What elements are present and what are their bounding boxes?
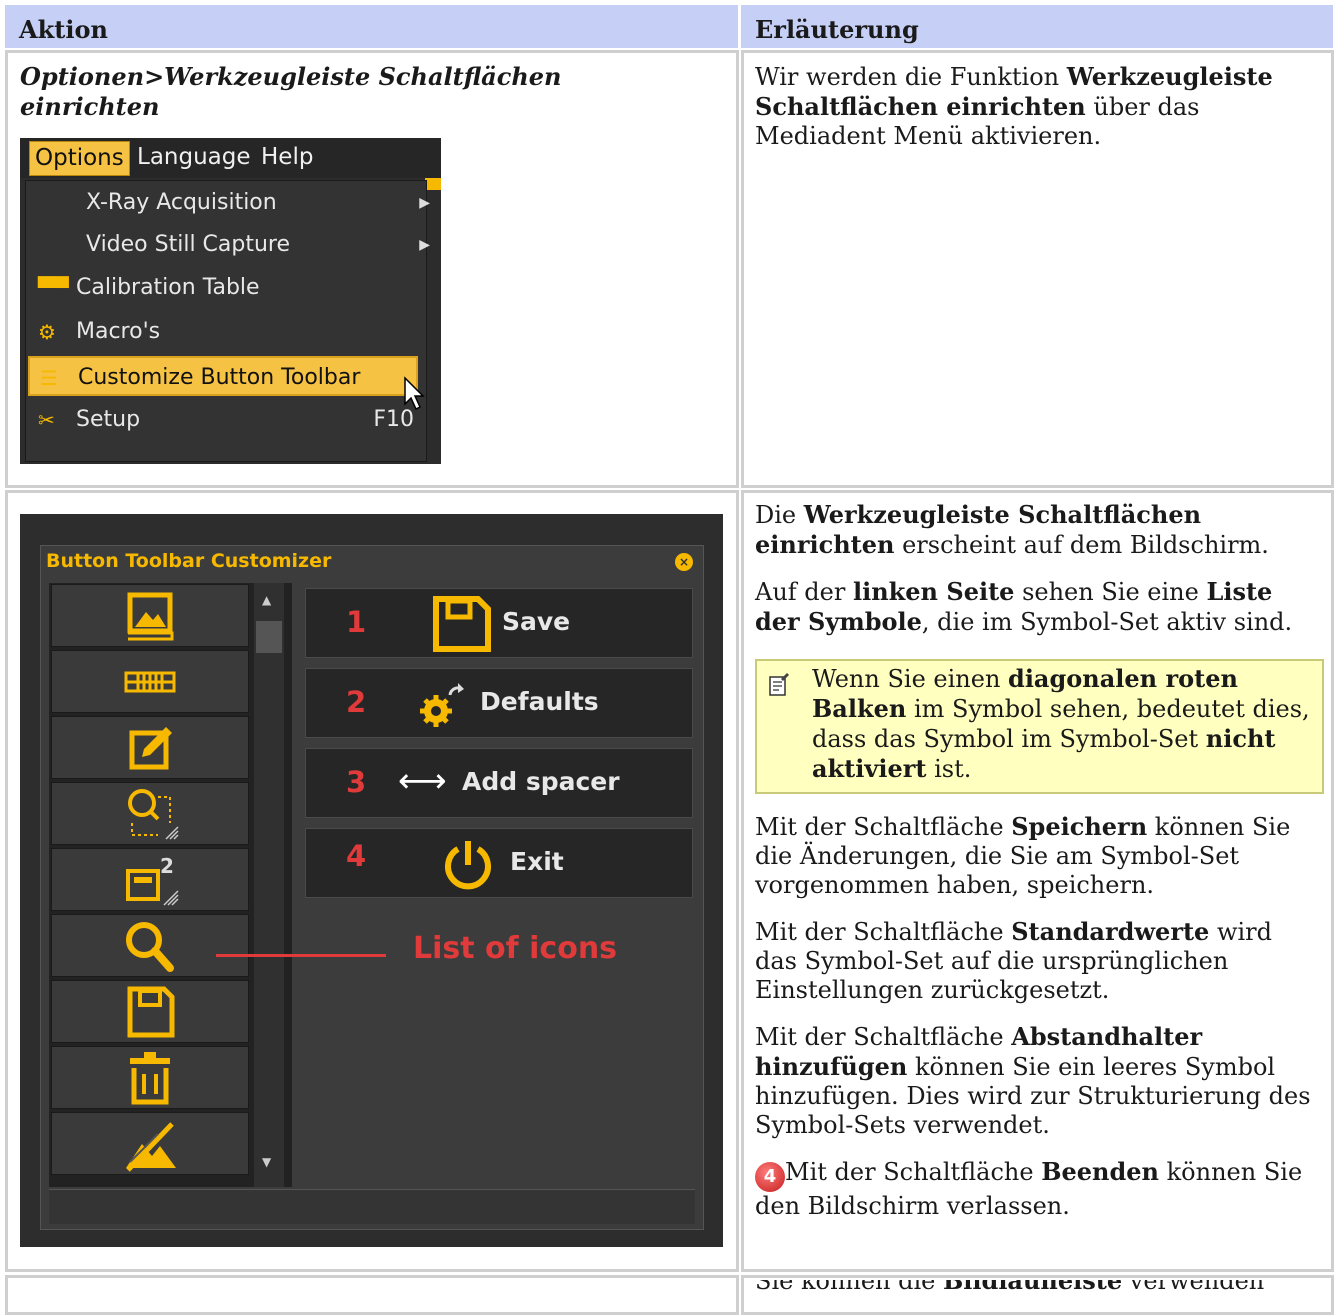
row1-explanation: Wir werden die Funktion Werkzeugleiste S… <box>755 62 1273 150</box>
row2-explanation: Die Werkzeugleiste Schaltflächen einrich… <box>755 500 1293 636</box>
menu-options[interactable]: Options <box>29 141 130 176</box>
note-icon <box>769 673 789 696</box>
zoom-icon <box>126 921 174 972</box>
svg-text:2: 2 <box>160 854 174 878</box>
exit-button[interactable]: 4 Exit <box>305 828 693 898</box>
scroll-thumb[interactable] <box>256 621 282 653</box>
zoom-region-icon <box>128 788 179 840</box>
number-4-badge-icon: 4 <box>755 1162 785 1192</box>
button-toolbar-customizer-screenshot: Button Toolbar Customizer × 2 ▲ ▼ 1 Save… <box>20 514 723 1247</box>
image-stack-icon <box>127 592 174 640</box>
header-erlaeuterung: Erläuterung <box>741 5 1333 48</box>
defaults-button[interactable]: 2 Defaults <box>305 668 693 738</box>
list-of-icons-label: List of icons <box>413 931 618 966</box>
menu-item-video[interactable]: Video Still Capture ▶ <box>28 225 430 265</box>
save-icon <box>433 596 491 652</box>
menu-item-setup[interactable]: ✂ Setup F10 <box>28 400 418 440</box>
note-box: Wenn Sie einen diagonalen roten Balken i… <box>755 659 1324 794</box>
options-menu-screenshot: Options Language Help X-Ray Acquisition ▶… <box>20 138 441 464</box>
list-item[interactable] <box>51 716 249 779</box>
list-item[interactable] <box>51 650 249 713</box>
list-item[interactable] <box>51 1046 249 1109</box>
list-item[interactable]: 2 <box>51 848 249 911</box>
close-icon[interactable]: × <box>675 553 693 571</box>
tools-icon: ✂ <box>38 408 55 432</box>
power-icon <box>445 841 491 890</box>
gear-reset-icon <box>420 683 464 727</box>
trash-icon <box>130 1051 170 1104</box>
row2-explanation-lower: Mit der Schaltfläche Speichern können Si… <box>755 812 1311 1220</box>
list-item[interactable] <box>51 914 249 977</box>
image-disabled-icon <box>126 1121 176 1172</box>
edit-icon <box>129 726 172 769</box>
menu-item-calibration[interactable]: ▀▀ Calibration Table <box>28 268 418 308</box>
annotation-line <box>216 954 386 957</box>
menu-language[interactable]: Language <box>137 141 251 174</box>
icon-list[interactable]: 2 ▲ ▼ <box>49 583 292 1187</box>
ruler-icon: ▀▀ <box>38 276 69 300</box>
menu-item-macros[interactable]: ⚙ Macro's <box>28 312 418 352</box>
save-icon <box>127 986 175 1037</box>
save-button[interactable]: 1 Save <box>305 588 693 658</box>
scroll-down-icon[interactable]: ▼ <box>262 1155 271 1169</box>
macro-icon: ⚙ <box>38 320 56 344</box>
tooth-chart-icon <box>124 671 176 692</box>
menu-item-customize-toolbar[interactable]: ☰ Customize Button Toolbar <box>28 356 418 396</box>
shortcut-f10: F10 <box>373 407 414 432</box>
icon-list-scrollbar[interactable]: ▲ ▼ <box>254 583 284 1187</box>
list-item[interactable] <box>51 584 249 647</box>
list-item[interactable] <box>51 980 249 1043</box>
list-item[interactable] <box>51 1112 249 1175</box>
row3-action-cell <box>5 1275 739 1315</box>
customizer-title: Button Toolbar Customizer <box>46 550 332 572</box>
menu-help[interactable]: Help <box>261 141 313 174</box>
menu-item-xray[interactable]: X-Ray Acquisition ▶ <box>28 183 430 223</box>
submenu-arrow-icon: ▶ <box>419 237 430 253</box>
action-title: Optionen>Werkzeugleiste Schaltflächen ei… <box>20 62 562 121</box>
header-aktion: Aktion <box>5 5 738 48</box>
arrows-horizontal-icon: ⟷ <box>398 761 447 801</box>
list-item[interactable] <box>51 782 249 845</box>
customizer-window: Button Toolbar Customizer × 2 ▲ ▼ 1 Save… <box>40 545 704 1230</box>
add-spacer-button[interactable]: 3 ⟷ Add spacer <box>305 748 693 818</box>
row3-explanation-partial: Sie können die Bildlaufleiste verwenden <box>755 1280 1320 1292</box>
toolbar-icon: ☰ <box>40 366 58 390</box>
scroll-up-icon[interactable]: ▲ <box>262 593 271 607</box>
submenu-arrow-icon: ▶ <box>419 195 430 211</box>
layout-2-icon: 2 <box>126 854 179 906</box>
